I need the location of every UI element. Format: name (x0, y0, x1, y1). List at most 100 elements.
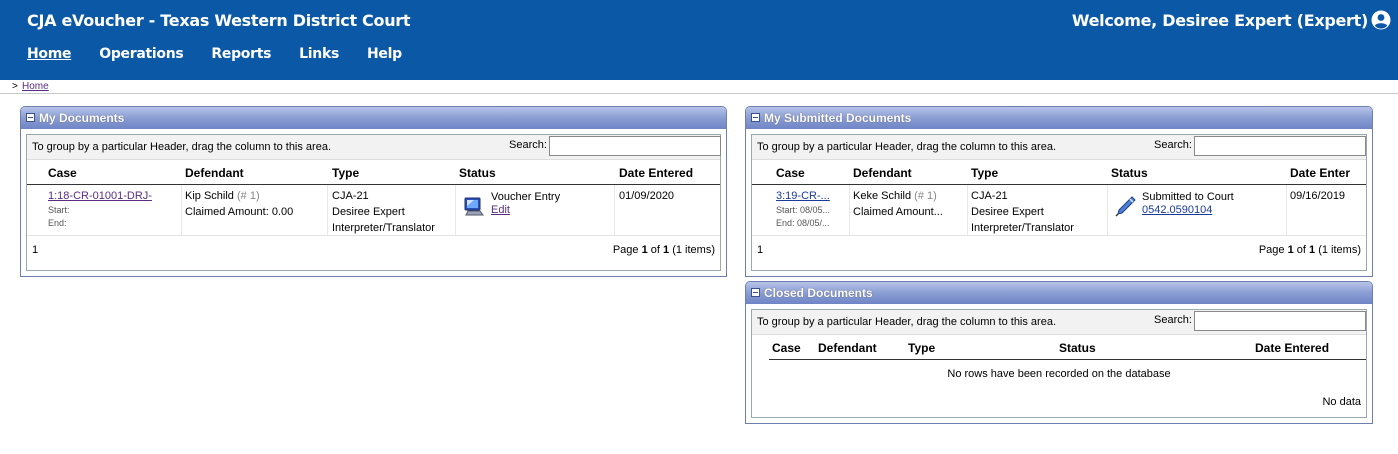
col-defendant[interactable]: Defendant (185, 166, 244, 180)
cell-divider (1286, 185, 1287, 235)
page-number-link[interactable]: 1 (757, 244, 763, 256)
page-number-link[interactable]: 1 (32, 244, 38, 256)
col-status[interactable]: Status (459, 166, 496, 180)
group-hint: To group by a particular Header, drag th… (757, 316, 1057, 328)
collapse-icon[interactable] (751, 113, 760, 122)
col-status[interactable]: Status (1111, 166, 1148, 180)
voucher-number-link[interactable]: 0542.0590104 (1142, 204, 1234, 217)
column-headers: Case Defendant Type Status Date Entered (27, 160, 720, 185)
col-type[interactable]: Type (332, 166, 359, 180)
user-account-icon[interactable] (1371, 10, 1391, 30)
type-role: Interpreter/Translator (332, 222, 435, 234)
search-label: Search: (509, 139, 547, 151)
defendant-name: Keke Schild (853, 190, 912, 202)
case-link[interactable]: 1:18-CR-01001-DRJ- (48, 188, 152, 204)
panel-title: My Submitted Documents (764, 111, 912, 125)
nav-help[interactable]: Help (367, 46, 402, 62)
col-case[interactable]: Case (772, 341, 801, 355)
col-date-entered[interactable]: Date Entered (1255, 341, 1329, 355)
breadcrumb: > Home (0, 80, 1398, 94)
col-case[interactable]: Case (48, 166, 77, 180)
case-link[interactable]: 3:19-CR-... (776, 188, 830, 204)
group-by-area[interactable]: To group by a particular Header, drag th… (752, 135, 1366, 160)
group-by-area[interactable]: To group by a particular Header, drag th… (752, 310, 1366, 335)
empty-message: No rows have been recorded on the databa… (947, 368, 1171, 380)
panel-title: Closed Documents (764, 286, 873, 300)
no-data-text: No data (1322, 396, 1361, 408)
app-header: CJA eVoucher - Texas Western District Co… (0, 0, 1398, 80)
date-entered: 09/16/2019 (1290, 190, 1346, 202)
my-documents-panel: My Documents To group by a particular He… (20, 106, 727, 277)
my-submitted-header: My Submitted Documents (746, 107, 1372, 129)
type-form: CJA-21 (971, 190, 1008, 202)
collapse-icon[interactable] (26, 113, 35, 122)
welcome-text[interactable]: Welcome, Desiree Expert (Expert) (1072, 11, 1368, 30)
grid-pager: 1 Page 1 of 1 (1 items) (752, 236, 1366, 258)
type-person: Desiree Expert (971, 206, 1044, 218)
type-person: Desiree Expert (332, 206, 405, 218)
my-submitted-documents-panel: My Submitted Documents To group by a par… (745, 106, 1373, 277)
empty-row: No rows have been recorded on the databa… (752, 360, 1366, 388)
end-date: End: 08/05/... (776, 218, 830, 228)
search-input[interactable] (1194, 136, 1366, 156)
search-input[interactable] (1194, 311, 1366, 331)
cell-divider (614, 185, 615, 235)
defendant-number: (# 1) (236, 190, 260, 202)
col-defendant[interactable]: Defendant (853, 166, 912, 180)
col-date-entered[interactable]: Date Enter (1290, 166, 1350, 180)
end-label: End: (48, 218, 67, 228)
my-documents-grid: To group by a particular Header, drag th… (26, 134, 721, 271)
cell-divider (327, 185, 328, 235)
pen-icon (1115, 196, 1136, 217)
group-hint: To group by a particular Header, drag th… (32, 141, 332, 153)
col-type[interactable]: Type (908, 341, 935, 355)
type-form: CJA-21 (332, 190, 369, 202)
cell-divider (1107, 185, 1108, 235)
cell-divider (181, 185, 182, 235)
start-date: Start: 08/05... (776, 205, 831, 215)
closed-documents-header: Closed Documents (746, 282, 1372, 304)
defendant-number: (# 1) (914, 190, 937, 202)
computer-monitor-icon (464, 197, 484, 216)
nav-home[interactable]: Home (27, 46, 72, 62)
edit-link[interactable]: Edit (491, 204, 560, 217)
grid-pager: No data (752, 388, 1366, 410)
col-date-entered[interactable]: Date Entered (619, 166, 693, 180)
col-status[interactable]: Status (1059, 341, 1096, 355)
col-defendant[interactable]: Defendant (818, 341, 877, 355)
start-label: Start: (48, 205, 70, 215)
claimed-amount: Claimed Amount... (853, 206, 943, 218)
nav-reports[interactable]: Reports (211, 46, 271, 62)
column-headers: Case Defendant Type Status Date Entered (769, 335, 1366, 360)
cell-divider (967, 185, 968, 235)
nav-operations[interactable]: Operations (99, 46, 183, 62)
app-title: CJA eVoucher - Texas Western District Co… (27, 11, 411, 30)
my-documents-header: My Documents (21, 107, 726, 129)
column-headers: Case Defendant Type Status Date Enter (752, 160, 1366, 185)
closed-documents-grid: To group by a particular Header, drag th… (751, 309, 1367, 418)
status-text: Submitted to Court (1142, 191, 1234, 203)
grid-pager: 1 Page 1 of 1 (1 items) (27, 236, 720, 258)
cell-divider (849, 185, 850, 235)
type-role: Interpreter/Translator (971, 222, 1074, 234)
main-nav: Home Operations Reports Links Help (27, 46, 430, 62)
collapse-icon[interactable] (751, 288, 760, 297)
defendant-name: Kip Schild (185, 190, 234, 202)
cell-divider (455, 185, 456, 235)
search-input[interactable] (549, 136, 721, 156)
nav-links[interactable]: Links (299, 46, 339, 62)
breadcrumb-separator: > (12, 81, 18, 92)
page-info: Page 1 of 1 (1 items) (612, 244, 715, 256)
search-label: Search: (1154, 314, 1192, 326)
col-case[interactable]: Case (776, 166, 805, 180)
col-type[interactable]: Type (971, 166, 998, 180)
group-hint: To group by a particular Header, drag th… (757, 141, 1057, 153)
closed-documents-panel: Closed Documents To group by a particula… (745, 281, 1373, 424)
status-text: Voucher Entry (491, 191, 561, 203)
group-by-area[interactable]: To group by a particular Header, drag th… (27, 135, 721, 160)
panel-title: My Documents (39, 111, 125, 125)
table-row: 1:18-CR-01001-DRJ- Start: End: Kip Schil… (27, 185, 720, 236)
breadcrumb-home-link[interactable]: Home (22, 81, 49, 92)
page-info: Page 1 of 1 (1 items) (1258, 244, 1361, 256)
search-label: Search: (1154, 139, 1192, 151)
